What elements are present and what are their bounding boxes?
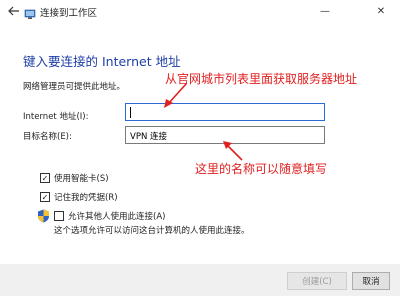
remember-credentials-checkbox[interactable] — [40, 192, 50, 202]
create-button[interactable]: 创建(C) — [287, 272, 347, 290]
internet-address-label: Internet 地址(I): — [23, 112, 89, 122]
minimize-button[interactable]: — — [310, 0, 340, 22]
title-bar: 连接到工作区 — ✕ — [0, 0, 400, 24]
text-caret — [130, 107, 131, 118]
annotation-name-hint: 这里的名称可以随意填写 — [195, 162, 328, 176]
network-icon — [24, 5, 36, 19]
uac-shield-icon — [37, 208, 50, 223]
allow-others-option[interactable]: 允许其他人使用此连接(A) — [54, 210, 165, 222]
remember-credentials-option[interactable]: 记住我的凭据(R) — [40, 191, 118, 203]
back-arrow-icon[interactable] — [6, 3, 22, 19]
remember-credentials-label: 记住我的凭据(R) — [54, 193, 118, 203]
annotation-server-address: 从官网城市列表里面获取服务器地址 — [165, 72, 358, 86]
vpn-connect-window: 连接到工作区 — ✕ 键入要连接的 Internet 地址 网络管理员可提供此地… — [0, 0, 400, 296]
close-button[interactable]: ✕ — [366, 0, 396, 22]
cancel-button[interactable]: 取消 — [352, 272, 390, 290]
smartcard-checkbox[interactable] — [40, 173, 50, 183]
annotation-arrow-bottom — [223, 141, 243, 161]
allow-others-label: 允许其他人使用此连接(A) — [68, 212, 166, 222]
smartcard-label: 使用智能卡(S) — [54, 174, 109, 184]
allow-others-description: 这个选项允许可以访问这台计算机的人使用此连接。 — [54, 226, 250, 236]
page-heading: 键入要连接的 Internet 地址 — [23, 54, 181, 69]
annotation-arrow-top — [164, 83, 187, 108]
destination-name-label: 目标名称(E): — [23, 132, 72, 142]
allow-others-checkbox[interactable] — [54, 211, 64, 221]
smartcard-option[interactable]: 使用智能卡(S) — [40, 172, 109, 184]
helper-text: 网络管理员可提供此地址。 — [23, 82, 126, 92]
internet-address-input[interactable] — [125, 103, 325, 121]
window-title: 连接到工作区 — [40, 8, 98, 19]
